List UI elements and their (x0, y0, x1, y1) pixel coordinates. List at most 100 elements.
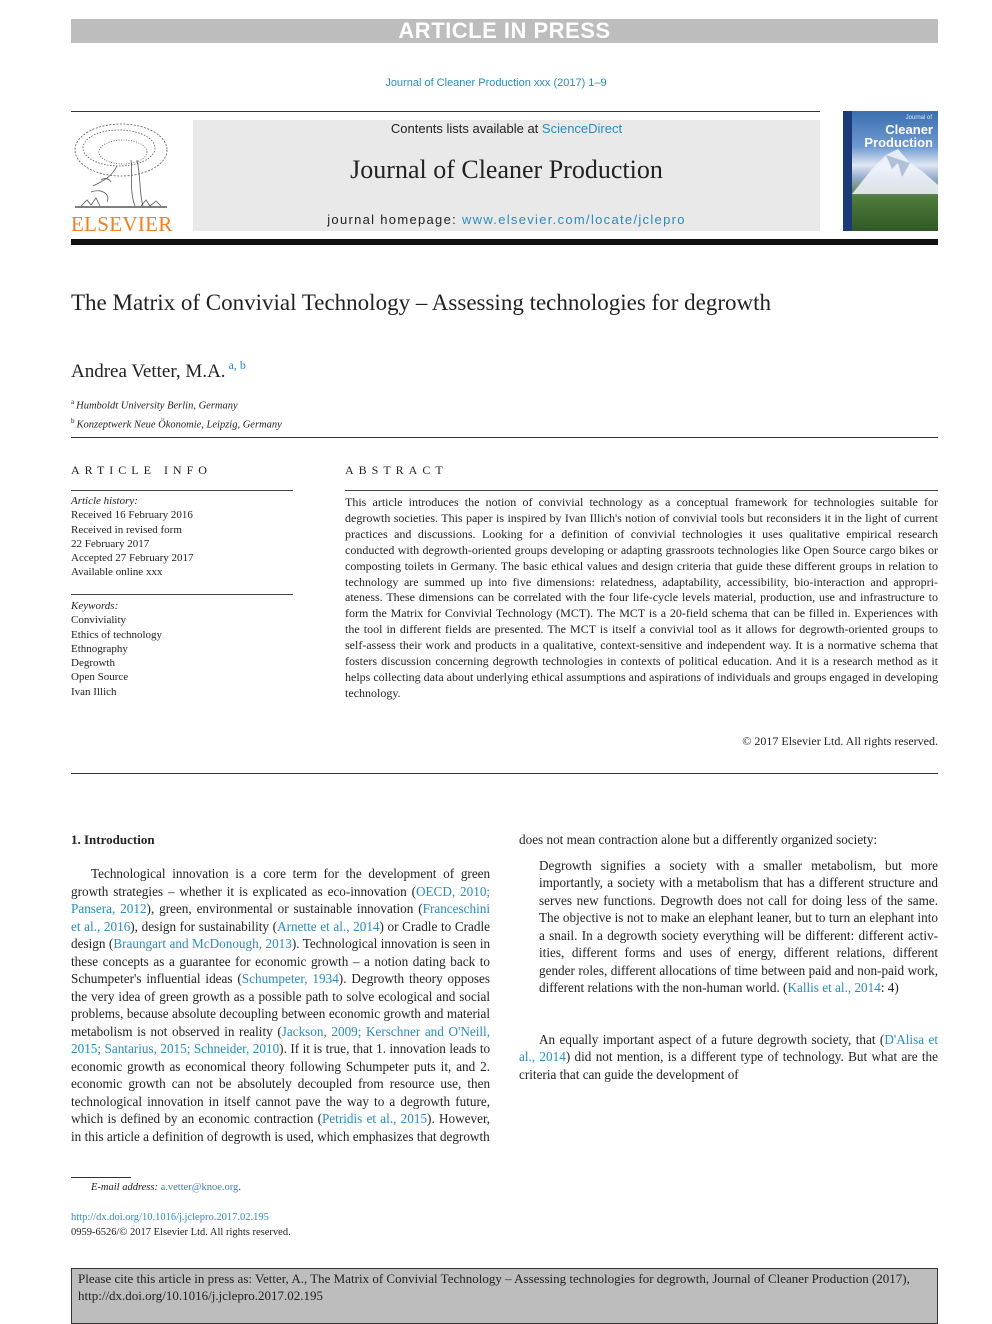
text-run: the (325, 1093, 342, 1109)
citation-link[interactable]: 2016 (104, 919, 130, 934)
text-run: it, (440, 1058, 452, 1074)
text-run: strategies (113, 883, 164, 899)
text-run: of (443, 866, 455, 881)
text-run: it (302, 1041, 310, 1056)
text-run: economic (198, 1111, 250, 1126)
article-history: Article history: Received 16 February 20… (71, 494, 194, 580)
keyword-item: Degrowth (71, 657, 115, 670)
text-run: from (358, 1076, 384, 1091)
divider (345, 490, 938, 491)
text-run: for (323, 866, 339, 881)
elsevier-wordmark: ELSEVIER (71, 212, 173, 236)
citation-link[interactable]: 2013 (265, 936, 291, 951)
citation-link[interactable]: et (367, 1111, 377, 1126)
footnote-email: E-mail address: a.vetter@knoe.org. (91, 1182, 241, 1193)
email-link[interactable]: a.vetter@knoe.org (161, 1182, 239, 1193)
text-run: in (224, 1023, 235, 1039)
text-run: defined (120, 1111, 161, 1126)
text-run: innovation (356, 901, 414, 916)
issn-copyright: 0959-6526/© 2017 Elsevier Ltd. All right… (71, 1227, 291, 1238)
affiliation-marks[interactable]: a, b (229, 358, 246, 372)
citation-link[interactable]: 2014 (353, 919, 379, 934)
citation-link[interactable]: 2015; (71, 1041, 101, 1056)
text-run: ). (427, 1111, 435, 1126)
text-run: then (467, 1076, 491, 1091)
citation-link[interactable]: Franceschini (423, 901, 490, 916)
text-run: a (168, 953, 175, 969)
block-quote: Degrowth signifies a society with a smal… (539, 857, 938, 997)
citation-link[interactable]: Schumpeter, (242, 971, 308, 986)
text-run: does (519, 832, 544, 847)
citation-link[interactable]: Arnette (277, 919, 317, 934)
citation-link[interactable]: and (170, 936, 189, 951)
text-run: but (692, 832, 710, 847)
text-run: Cradle (402, 918, 438, 934)
contents-label: Contents lists available at (390, 121, 542, 136)
text-run: by (164, 1111, 178, 1126)
citation-link[interactable]: 2010 (253, 1041, 279, 1056)
citation-link[interactable]: et (71, 919, 81, 934)
citation-link[interactable]: 2009; (331, 1024, 361, 1039)
intro-paragraph-1: Technological innovation is a core term … (71, 865, 490, 1145)
text-run: is (274, 1128, 284, 1144)
text-run: absolute (172, 1006, 216, 1021)
doi-link[interactable]: http://dx.doi.org/10.1016/j.jclepro.2017… (71, 1212, 269, 1223)
text-run: is (235, 866, 245, 881)
text-run: seen (452, 936, 477, 951)
text-run: these (71, 953, 99, 969)
journal-reference-link[interactable]: Journal of Cleaner Production xxx (2017)… (0, 77, 992, 89)
text-run: that (352, 1041, 373, 1056)
text-run: to (440, 918, 452, 934)
citation-link[interactable]: 1934 (312, 971, 338, 986)
text-run: which (317, 1128, 350, 1144)
intro-paragraph-2: An equally important aspect of a future … (519, 1031, 938, 1084)
citation-link[interactable]: Pansera, (71, 901, 115, 916)
text-run: ). (291, 936, 300, 951)
text-run: innovation (389, 1041, 446, 1056)
text-run: not (150, 1023, 168, 1039)
journal-homepage-line: journal homepage: www.elsevier.com/locat… (193, 212, 820, 227)
journal-homepage-link[interactable]: www.elsevier.com/locate/jclepro (462, 212, 686, 227)
citation-link[interactable]: al., (84, 919, 100, 934)
text-run: differently (722, 832, 778, 847)
text-run: influential (146, 971, 201, 986)
text-run: Technological (302, 936, 378, 951)
text-run: this (84, 1128, 104, 1144)
abstract-heading: ABSTRACT (345, 463, 448, 477)
elsevier-logo[interactable]: ELSEVIER (71, 120, 173, 236)
journal-cover-image[interactable]: Journal of Cleaner Production (843, 111, 938, 231)
citation-link[interactable]: O'Neill, (448, 1024, 490, 1039)
citation-link[interactable]: Braungart (113, 936, 166, 951)
citation-link[interactable]: 2010; (460, 884, 490, 899)
citation-link[interactable]: al., (333, 919, 349, 934)
author-name[interactable]: Andrea Vetter, M.A. (71, 361, 226, 382)
citation-link[interactable]: 2012 (120, 901, 146, 916)
sciencedirect-link[interactable]: ScienceDirect (542, 121, 622, 136)
homepage-label: journal homepage: (327, 212, 462, 227)
history-item: Received 16 February 2016 (71, 509, 193, 522)
citation-link[interactable]: Kallis et al., 2014 (787, 980, 880, 995)
text-run: is (137, 1023, 146, 1039)
citation-link[interactable]: McDonough, (192, 936, 262, 951)
text-run: innovation (147, 1093, 204, 1109)
text-run: growth (383, 1006, 421, 1021)
text-run: possible (258, 988, 302, 1004)
citation-link[interactable]: and (425, 1024, 444, 1039)
text-run: is (238, 883, 248, 899)
citation-link[interactable]: Jackson, (282, 1024, 327, 1039)
affiliation-text: Konzeptwerk Neue Ökonomie, Leipzig, Germ… (76, 419, 282, 430)
section-heading-introduction: 1. Introduction (71, 832, 155, 847)
text-run: is (313, 1041, 323, 1056)
citation-link[interactable]: Kerschner (366, 1024, 420, 1039)
citation-link[interactable]: Schneider, (194, 1041, 250, 1056)
citation-link[interactable]: 2015; (160, 1041, 190, 1056)
citation-link[interactable]: 2015 (401, 1111, 427, 1126)
citation-link[interactable]: OECD, (416, 884, 455, 899)
citation-link[interactable]: al., (380, 1111, 396, 1126)
citation-link[interactable]: et (320, 919, 330, 934)
cover-title-small: Journal of (905, 115, 932, 121)
elsevier-tree-icon (71, 120, 171, 212)
citation-link[interactable]: Santarius, (105, 1041, 157, 1056)
text-run: design (71, 936, 106, 951)
citation-link[interactable]: Petridis (322, 1111, 362, 1126)
